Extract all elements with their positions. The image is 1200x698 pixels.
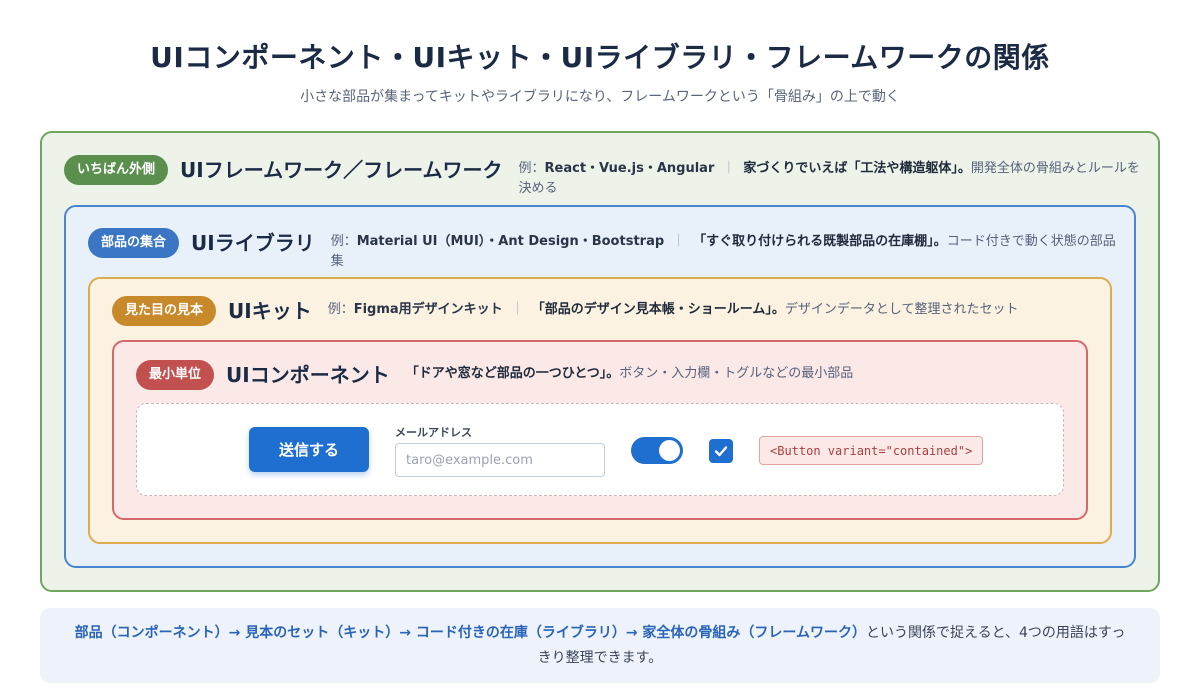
summary-footer: 部品（コンポーネント）→ 見本のセット（キット）→ コード付きの在庫（ライブラリ…: [40, 608, 1160, 683]
framework-badge: いちばん外側: [64, 155, 169, 185]
kit-detail: デザインデータとして整理されたセット: [784, 302, 1019, 317]
checkbox[interactable]: [709, 439, 733, 463]
toggle-knob: [659, 440, 680, 461]
kit-title: UIキット: [228, 299, 312, 323]
email-field-label: メールアドレス: [395, 426, 472, 439]
library-title: UIライブラリ: [191, 231, 315, 255]
kit-example: Figma用デザインキット: [353, 302, 503, 317]
framework-separator: ｜: [722, 161, 736, 176]
kit-example-prefix: 例：: [327, 302, 354, 317]
kit-header: 見た目の見本 UIキット 例：Figma用デザインキット ｜ 「部品のデザイン見本帳…: [112, 296, 1092, 326]
component-header: 最小単位 UIコンポーネント 「ドアや窓など部品の一つひとつ」。ボタン・入力欄・…: [136, 360, 1066, 390]
framework-description: 例：React・Vue.js・Angular ｜ 家づくりでいえば「工法や構造躯体」…: [519, 155, 1145, 199]
component-highlight: 「ドアや窓など部品の一つひとつ」。: [405, 366, 620, 381]
page-title: UIコンポーネント・UIキット・UIライブラリ・フレームワークの関係: [150, 41, 1050, 74]
library-description: 例：Material UI（MUI）・Ant Design・Bootstrap ｜…: [331, 228, 1118, 272]
page-subtitle: 小さな部品が集まってキットやライブラリになり、フレームワークという「骨組み」の上…: [300, 89, 900, 105]
toggle-switch[interactable]: [631, 437, 683, 464]
kit-badge: 見た目の見本: [112, 296, 217, 326]
component-description: 「ドアや窓など部品の一つひとつ」。ボタン・入力欄・トグルなどの最小部品: [406, 360, 854, 384]
code-snippet: <Button variant="contained">: [759, 436, 984, 465]
framework-title: UIフレームワーク／フレームワーク: [180, 158, 503, 182]
library-highlight: 「すぐ取り付けられる既製部品の在庫棚」。: [693, 234, 947, 249]
summary-flow: 部品（コンポーネント）→ 見本のセット（キット）→ コード付きの在庫（ライブラリ…: [74, 625, 866, 641]
framework-highlight: 家づくりでいえば「工法や構造躯体」。: [743, 161, 971, 176]
library-example: Material UI（MUI）・Ant Design・Bootstrap: [356, 234, 665, 249]
kit-separator: ｜: [510, 302, 524, 317]
component-detail: ボタン・入力欄・トグルなどの最小部品: [619, 366, 854, 381]
library-example-prefix: 例：: [330, 234, 357, 249]
component-badge: 最小単位: [136, 360, 215, 390]
framework-example: React・Vue.js・Angular: [544, 161, 715, 176]
component-title: UIコンポーネント: [226, 363, 390, 387]
send-button[interactable]: 送信する: [249, 427, 369, 472]
library-badge: 部品の集合: [88, 228, 180, 258]
checkmark-icon: [714, 446, 728, 457]
library-separator: ｜: [672, 234, 686, 249]
framework-header: いちばん外側 UIフレームワーク／フレームワーク 例：React・Vue.js・…: [64, 155, 1144, 199]
email-field[interactable]: [395, 443, 605, 477]
framework-example-prefix: 例：: [518, 161, 545, 176]
library-header: 部品の集合 UIライブラリ 例：Material UI（MUI）・Ant Des…: [88, 228, 1118, 272]
component-demo-area: 送信する メールアドレス <Button variant="contained"…: [136, 403, 1064, 496]
kit-description: 例：Figma用デザインキット ｜ 「部品のデザイン見本帳・ショールーム」。デザイン…: [328, 296, 1019, 320]
kit-highlight: 「部品のデザイン見本帳・ショールーム」。: [531, 302, 785, 317]
